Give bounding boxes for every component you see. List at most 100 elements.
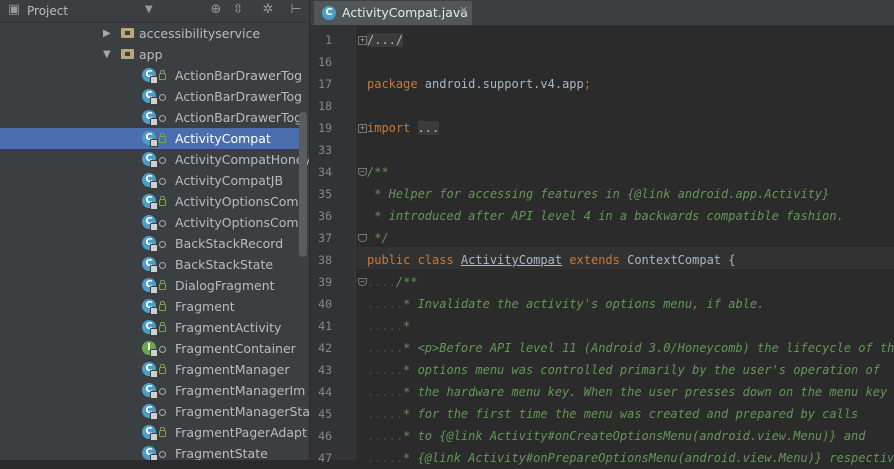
code-area[interactable]: /.../ package android.support.v4.app; impo… bbox=[367, 26, 894, 465]
code-line[interactable]: ..../** bbox=[367, 271, 418, 293]
code-line[interactable]: * introduced after API level 4 in a back… bbox=[367, 205, 844, 227]
tree-item[interactable]: C BackStackState bbox=[0, 254, 300, 275]
fold-expand-icon[interactable]: + bbox=[358, 36, 367, 45]
close-icon[interactable]: ✕ bbox=[459, 4, 468, 17]
tree-item[interactable]: C ActionBarDrawerTog bbox=[0, 107, 302, 128]
tree-item[interactable]: C Fragment bbox=[0, 296, 300, 317]
code-line[interactable]: .....* bbox=[367, 315, 410, 337]
collapse-arrow-icon[interactable]: ▶ bbox=[103, 23, 111, 44]
package-private-icon bbox=[159, 388, 166, 395]
code-line[interactable]: */ bbox=[367, 227, 389, 249]
code-token: ..... bbox=[367, 363, 404, 377]
line-number: 39 bbox=[318, 275, 332, 289]
code-token: ..... bbox=[367, 429, 404, 443]
tree-item[interactable]: I FragmentContainer bbox=[0, 338, 300, 359]
tree-item[interactable]: C FragmentManager bbox=[0, 359, 300, 380]
code-line[interactable]: public class ActivityCompat extends Cont… bbox=[367, 249, 735, 271]
tree-item[interactable]: C FragmentActivity bbox=[0, 317, 300, 338]
class-icon: C bbox=[142, 110, 158, 126]
editor-tab-bar: C ActivityCompat.java ✕ bbox=[310, 0, 894, 26]
tree-item[interactable]: C FragmentManagerSta bbox=[0, 401, 309, 422]
class-icon: C bbox=[142, 362, 158, 378]
tree-item-label: DialogFragment bbox=[175, 278, 275, 293]
code-line[interactable]: package android.support.v4.app; bbox=[367, 73, 591, 95]
line-number: 19 bbox=[318, 121, 332, 135]
tree-item[interactable]: C ActionBarDrawerTog bbox=[0, 86, 303, 107]
fold-collapse-icon[interactable]: − bbox=[358, 168, 367, 176]
class-icon: C bbox=[142, 215, 158, 231]
expand-arrow-icon[interactable]: ▼ bbox=[103, 44, 111, 65]
chevron-down-icon[interactable]: ▼ bbox=[145, 4, 153, 15]
tree-item[interactable]: C DialogFragment bbox=[0, 275, 300, 296]
code-line[interactable]: .....* {@link Activity#onPrepareOptionsM… bbox=[367, 447, 894, 469]
tree-item-label: ActivityCompat bbox=[175, 131, 271, 146]
code-token: extends bbox=[562, 253, 628, 267]
code-line[interactable]: .....* the hardware menu key. When the u… bbox=[367, 381, 887, 403]
code-token: */ bbox=[367, 231, 389, 245]
code-token: ..... bbox=[367, 385, 404, 399]
tree-item[interactable]: C ActivityCompatHoney bbox=[0, 149, 309, 170]
collapse-icon[interactable]: ⇳ bbox=[230, 2, 246, 18]
code-line[interactable]: .....* options menu was controlled prima… bbox=[367, 359, 880, 381]
tree-item[interactable]: C FragmentPagerAdapt bbox=[0, 422, 307, 443]
project-view-title[interactable]: Project bbox=[27, 4, 68, 18]
code-line[interactable]: .....* for the first time the menu was c… bbox=[367, 403, 858, 425]
line-number: 1 bbox=[325, 33, 332, 47]
project-tree-scrollbar[interactable] bbox=[299, 112, 307, 257]
code-token: ..... bbox=[367, 341, 404, 355]
class-icon: C bbox=[142, 257, 158, 273]
line-number: 35 bbox=[318, 187, 332, 201]
tree-item[interactable]: C ActivityOptionsComp bbox=[0, 191, 306, 212]
tree-item[interactable]: C ActionBarDrawerTog bbox=[0, 65, 303, 86]
tree-item-label: ActionBarDrawerTog bbox=[175, 89, 303, 104]
code-line[interactable]: .....* <p>Before API level 11 (Android 3… bbox=[367, 337, 894, 359]
class-icon: C bbox=[142, 236, 158, 252]
tree-item-label: ActionBarDrawerTog bbox=[175, 68, 303, 83]
package-private-icon bbox=[159, 451, 166, 458]
tree-item[interactable]: C FragmentManagerIm bbox=[0, 380, 305, 401]
target-icon[interactable]: ⊕ bbox=[208, 2, 224, 18]
code-line[interactable]: .....* Invalidate the activity's options… bbox=[367, 293, 764, 315]
class-icon: C bbox=[142, 299, 158, 315]
fold-collapse-icon[interactable] bbox=[358, 234, 367, 242]
code-token: ..... bbox=[367, 451, 404, 465]
tree-item[interactable]: C FragmentState bbox=[0, 443, 300, 460]
tree-item[interactable]: C ActivityCompat bbox=[0, 128, 300, 149]
tree-item[interactable]: C ActivityCompatJB bbox=[0, 170, 300, 191]
hide-panel-icon[interactable]: ⊢ bbox=[288, 2, 304, 18]
package-private-icon bbox=[159, 178, 166, 185]
tree-item-label: FragmentContainer bbox=[175, 341, 296, 356]
code-line[interactable]: import ... bbox=[367, 117, 440, 139]
tree-item[interactable]: ▼ app bbox=[0, 44, 300, 65]
fold-collapse-icon[interactable]: − bbox=[358, 278, 367, 286]
code-line[interactable]: /.../ bbox=[367, 29, 404, 51]
class-icon: C bbox=[142, 89, 158, 105]
line-number: 42 bbox=[318, 341, 332, 355]
code-line[interactable]: * Helper for accessing features in {@lin… bbox=[367, 183, 829, 205]
code-line[interactable]: /** bbox=[367, 161, 389, 183]
project-view-icon: ▣ bbox=[7, 2, 21, 17]
class-icon: C bbox=[142, 68, 158, 84]
code-token: /** bbox=[395, 275, 418, 289]
tree-item-label: BackStackState bbox=[175, 257, 274, 272]
fold-expand-icon[interactable]: + bbox=[358, 124, 367, 133]
code-token: /.../ bbox=[367, 33, 404, 47]
lock-icon bbox=[159, 280, 166, 290]
package-private-icon bbox=[159, 157, 166, 164]
tree-item[interactable]: C ActivityOptionsComp bbox=[0, 212, 306, 233]
package-private-icon bbox=[159, 115, 166, 122]
code-token: * options menu was controlled primarily … bbox=[403, 363, 880, 377]
class-icon: C bbox=[142, 383, 158, 399]
code-token: .... bbox=[367, 275, 396, 289]
tree-item-label: ActivityOptionsComp bbox=[175, 194, 307, 209]
code-line[interactable]: .....* to {@link Activity#onCreateOption… bbox=[367, 425, 866, 447]
gear-icon[interactable]: ✲ bbox=[260, 2, 276, 18]
tree-item-label: accessibilityservice bbox=[139, 26, 261, 41]
tree-item[interactable]: ▶ accessibilityservice bbox=[0, 23, 300, 44]
tree-item-label: app bbox=[139, 47, 163, 62]
tree-item[interactable]: C BackStackRecord bbox=[0, 233, 300, 254]
package-folder-icon bbox=[121, 49, 134, 59]
tab-activitycompat-java[interactable]: C ActivityCompat.java ✕ bbox=[314, 1, 472, 25]
class-icon: C bbox=[142, 278, 158, 294]
line-number: 18 bbox=[318, 99, 332, 113]
